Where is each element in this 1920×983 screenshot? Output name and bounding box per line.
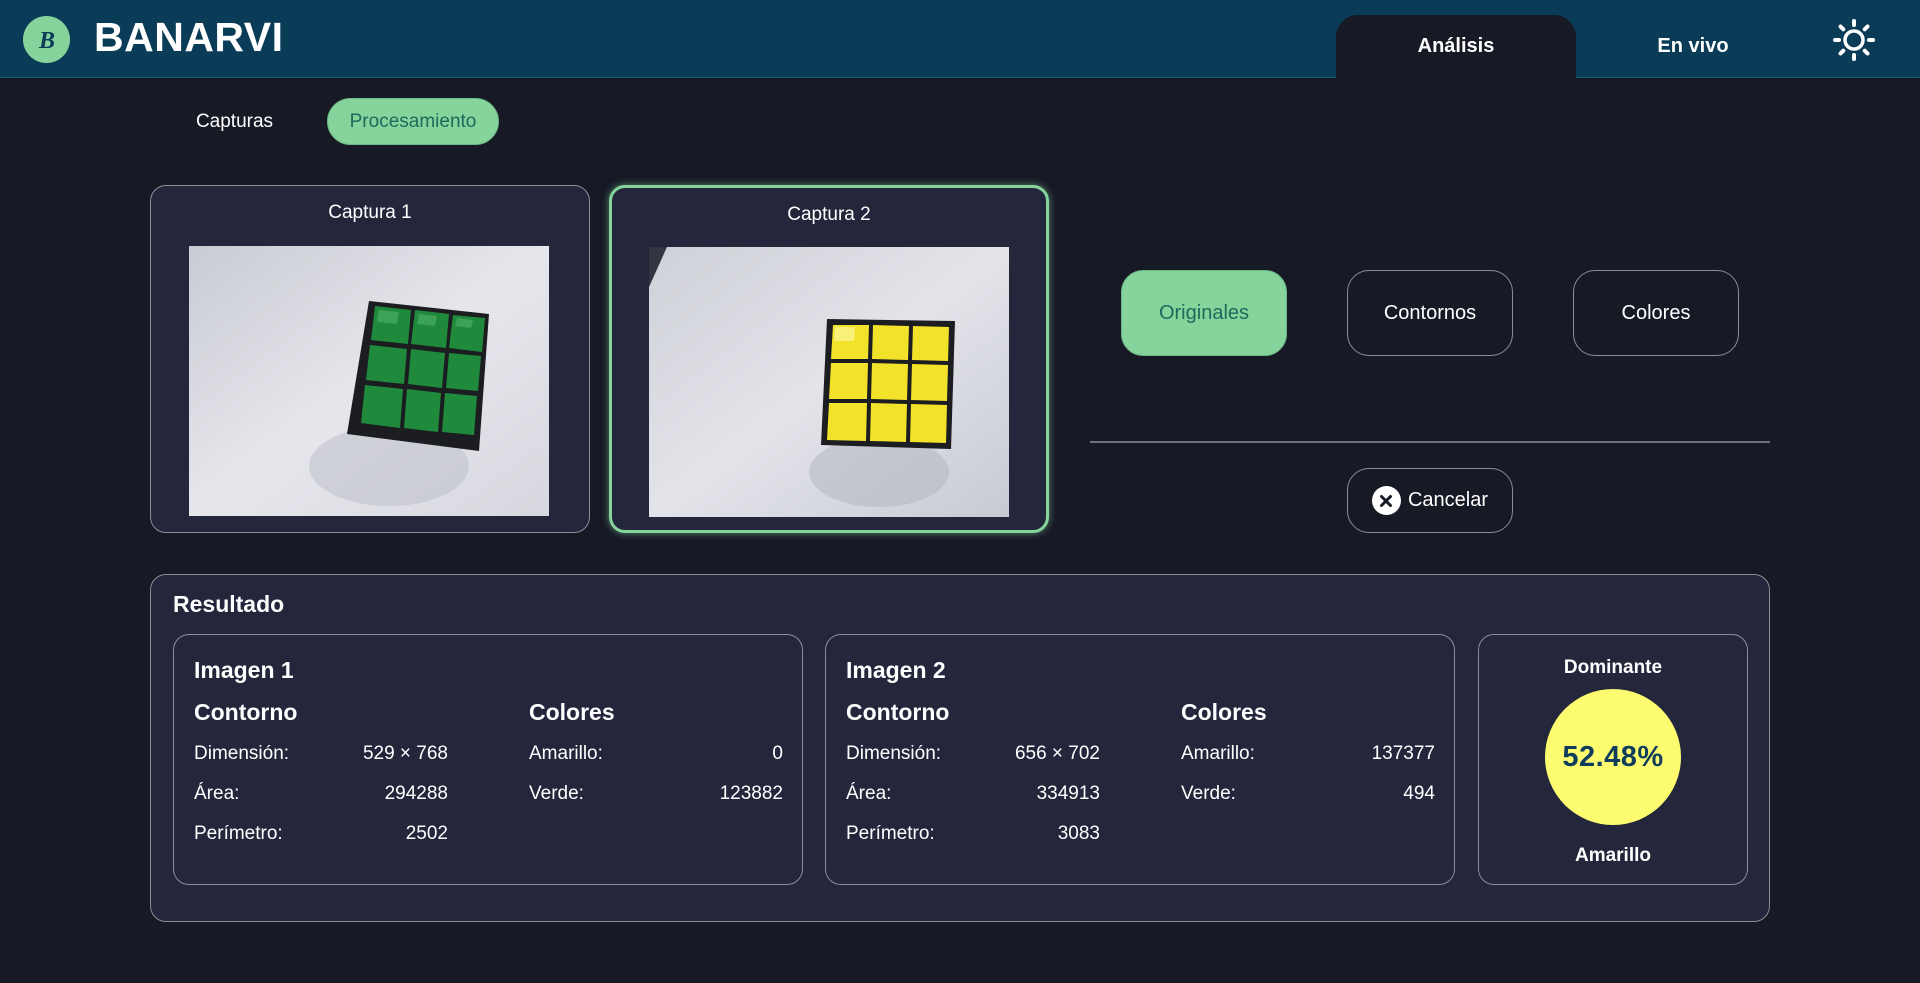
sun-icon — [1833, 19, 1875, 61]
stat-row-area: Área: 334913 — [846, 783, 1100, 805]
stat-row-dimension: Dimensión: 529 × 768 — [194, 743, 448, 765]
image-stats-title: Imagen 1 — [194, 657, 294, 683]
result-panel: Resultado Imagen 1 Contorno Colores Dime… — [150, 574, 1770, 922]
stat-value: 137377 — [1371, 743, 1435, 764]
divider — [1090, 441, 1770, 443]
stat-label: Perímetro: — [846, 823, 935, 844]
dominant-percent-badge: 52.48% — [1545, 689, 1681, 825]
logo-icon: B — [23, 16, 70, 63]
dominant-color-card: Dominante 52.48% Amarillo — [1478, 634, 1748, 885]
image-stats-title: Imagen 2 — [846, 657, 946, 683]
stat-value: 2502 — [405, 823, 448, 844]
stat-row-area: Área: 294288 — [194, 783, 448, 805]
stat-label: Verde: — [529, 783, 584, 804]
stat-label: Verde: — [1181, 783, 1236, 804]
stat-row-yellow: Amarillo: 137377 — [1181, 743, 1435, 765]
stat-row-green: Verde: 494 — [1181, 783, 1435, 805]
brand-title: BANARVI — [94, 14, 284, 60]
capture-card-1[interactable]: Captura 1 — [150, 185, 590, 533]
nav-tab-analisis[interactable]: Análisis — [1336, 15, 1576, 78]
colors-heading: Colores — [529, 699, 615, 725]
capture-card-2[interactable]: Captura 2 — [609, 185, 1049, 533]
colores-button[interactable]: Colores — [1573, 270, 1739, 356]
stat-row-dimension: Dimensión: 656 × 702 — [846, 743, 1100, 765]
dominant-label: Dominante — [1563, 657, 1663, 678]
colors-heading: Colores — [1181, 699, 1267, 725]
stat-label: Amarillo: — [529, 743, 603, 764]
contour-heading: Contorno — [194, 699, 298, 725]
capture-image-green-cube — [189, 246, 549, 516]
subtab-capturas[interactable]: Capturas — [172, 98, 297, 145]
cancel-label: Cancelar — [1407, 489, 1489, 511]
stat-row-yellow: Amarillo: 0 — [529, 743, 783, 765]
stat-value: 0 — [772, 743, 783, 764]
stat-label: Perímetro: — [194, 823, 283, 844]
capture-title: Captura 1 — [328, 202, 412, 223]
stat-label: Dimensión: — [846, 743, 942, 764]
theme-toggle-button[interactable] — [1832, 18, 1876, 62]
stat-value: 656 × 702 — [1014, 743, 1100, 764]
image-1-stats-card: Imagen 1 Contorno Colores Dimensión: 529… — [173, 634, 803, 885]
nav-tab-en-vivo[interactable]: En vivo — [1573, 15, 1813, 78]
cancel-button[interactable]: Cancelar — [1347, 468, 1513, 533]
top-bar: B BANARVI Análisis En vivo — [0, 0, 1920, 78]
image-2-stats-card: Imagen 2 Contorno Colores Dimensión: 656… — [825, 634, 1455, 885]
stat-row-green: Verde: 123882 — [529, 783, 783, 805]
capture-image-yellow-cube — [649, 247, 1009, 517]
contour-heading: Contorno — [846, 699, 950, 725]
svg-text:B: B — [37, 28, 54, 54]
stat-value: 494 — [1403, 783, 1435, 804]
capture-title: Captura 2 — [787, 204, 871, 225]
stat-label: Amarillo: — [1181, 743, 1255, 764]
contornos-button[interactable]: Contornos — [1347, 270, 1513, 356]
stat-row-perimeter: Perímetro: 2502 — [194, 823, 448, 845]
stat-label: Área: — [194, 783, 240, 804]
stat-label: Área: — [846, 783, 892, 804]
stat-row-perimeter: Perímetro: 3083 — [846, 823, 1100, 845]
logo-b-icon: B — [37, 28, 54, 54]
stat-value: 123882 — [719, 783, 783, 804]
close-circle-icon — [1371, 486, 1401, 515]
result-title: Resultado — [173, 591, 285, 617]
subtab-procesamiento[interactable]: Procesamiento — [327, 98, 499, 145]
stat-value: 334913 — [1036, 783, 1100, 804]
stat-value: 294288 — [384, 783, 448, 804]
originales-button[interactable]: Originales — [1121, 270, 1287, 356]
stat-label: Dimensión: — [194, 743, 290, 764]
dominant-color-name: Amarillo — [1574, 845, 1652, 866]
stat-value: 3083 — [1057, 823, 1100, 844]
stat-value: 529 × 768 — [362, 743, 448, 764]
